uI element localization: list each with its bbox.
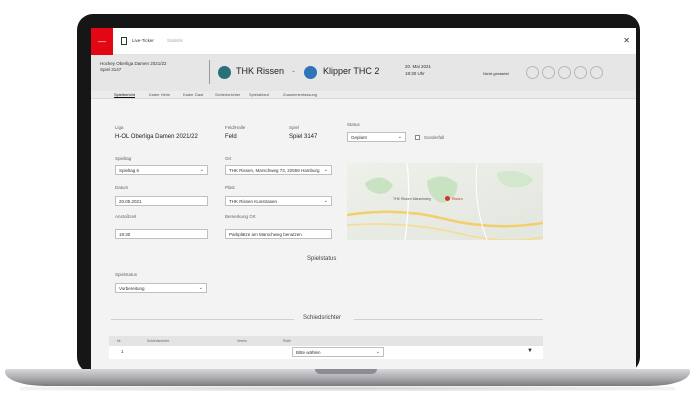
col-rolle[interactable]: Rolle xyxy=(283,339,291,343)
referee-table-header: Nr. Schiedsrichter Verein Rolle xyxy=(109,336,543,346)
app-window: — Live-Ticker Statistik ✕ Hockey Oberlig… xyxy=(91,28,636,369)
match-date: 20. Mai 2021 19:30 Uhr xyxy=(405,63,431,77)
match-date-day: 20. Mai 2021 xyxy=(405,64,432,69)
col-schiedsrichter[interactable]: Schiedsrichter xyxy=(147,339,169,343)
chevron-down-icon: ⌄ xyxy=(323,198,328,204)
anstoss-label: Anstoßzeit xyxy=(115,214,137,219)
app-tab-statistik[interactable]: Statistik xyxy=(167,38,183,43)
divider-right xyxy=(354,319,543,320)
halle-value: Feld xyxy=(225,134,237,140)
anstoss-input-value: 19:30 xyxy=(119,232,131,237)
app-bar: — Live-Ticker Statistik ✕ xyxy=(91,28,636,55)
close-icon[interactable]: ✕ xyxy=(623,36,630,45)
match-header: Hockey Oberliga Damen 2021/22 Spiel 3147… xyxy=(91,55,636,91)
header-actions xyxy=(526,66,603,79)
tab-schiedsrichter[interactable]: Schiedsrichter xyxy=(215,92,240,97)
match-status: Nicht gestartet xyxy=(483,71,509,76)
spieltag-label: Spieltag xyxy=(115,156,132,161)
status-label: Status xyxy=(347,122,360,127)
tab-spielablauf[interactable]: Spielablauf xyxy=(249,92,269,97)
action-button-1[interactable] xyxy=(526,66,539,79)
map-place-label-2: Rissen xyxy=(452,197,463,201)
home-team-name: THK Rissen xyxy=(236,66,285,76)
game-number: Spiel 3147 xyxy=(100,67,122,72)
action-button-4[interactable] xyxy=(574,66,587,79)
schiedsrichter-title: Schiedsrichter xyxy=(303,315,342,321)
status-select[interactable]: Geplant ⌄ xyxy=(347,132,406,142)
col-nr[interactable]: Nr. xyxy=(117,339,121,343)
map-graphic xyxy=(347,163,543,240)
chevron-down-icon: ⌄ xyxy=(397,134,402,140)
spiel-label: Spiel xyxy=(289,125,300,130)
header-divider xyxy=(209,60,210,84)
home-team-logo-icon xyxy=(218,66,231,79)
bemerkung-label: Bemerkung Ort xyxy=(225,214,256,219)
tab-kader-heim[interactable]: Kader Heim xyxy=(149,92,170,97)
table-row[interactable]: 1 Bitte wählen ⌄ ▼ xyxy=(109,346,543,359)
platz-label: Platz xyxy=(225,185,236,190)
map-place-label: THK Rissen Marschweg xyxy=(393,197,431,201)
spielstatus-select[interactable]: Vorbereitung ⌄ xyxy=(115,283,207,293)
spielstatus-label: Spielstatus xyxy=(115,272,138,277)
match-date-time: 19:30 Uhr xyxy=(405,71,425,76)
role-select[interactable]: Bitte wählen ⌄ xyxy=(292,347,384,357)
chevron-down-icon: ⌄ xyxy=(323,167,328,173)
sonderfall-label: Sonderfall xyxy=(424,135,445,140)
sonderfall-checkbox[interactable] xyxy=(415,135,420,140)
datum-input-value: 20.05.2021 xyxy=(119,199,142,204)
action-button-2[interactable] xyxy=(542,66,555,79)
liga-label: Liga xyxy=(115,125,124,130)
row-nr: 1 xyxy=(121,349,124,354)
halle-label: Feld/Halle xyxy=(225,125,246,130)
team-separator: - xyxy=(292,66,295,76)
spiel-value: Spiel 3147 xyxy=(289,134,318,140)
col-verein[interactable]: Verein xyxy=(237,339,247,343)
tab-spielbericht[interactable]: Spielbericht xyxy=(114,92,135,98)
datum-input[interactable]: 20.05.2021 xyxy=(115,196,208,206)
divider-left xyxy=(111,319,294,320)
tab-kader-gast[interactable]: Kader Gast xyxy=(183,92,203,97)
guest-team-logo-icon xyxy=(304,66,317,79)
tab-zusammenfassung[interactable]: Zusammenfassung xyxy=(283,92,317,97)
app-name[interactable]: Live-Ticker xyxy=(132,38,154,43)
anstoss-input[interactable]: 19:30 xyxy=(115,229,208,239)
chevron-down-icon: ⌄ xyxy=(198,285,203,291)
spielstatus-select-value: Vorbereitung xyxy=(119,286,145,291)
status-select-value: Geplant xyxy=(351,135,367,140)
laptop-shadow xyxy=(20,386,675,391)
ort-select-value: THK Rissen, Marschweg 73, 22559 Hamburg xyxy=(229,168,320,173)
ort-select[interactable]: THK Rissen, Marschweg 73, 22559 Hamburg … xyxy=(225,165,332,175)
action-button-5[interactable] xyxy=(590,66,603,79)
laptop-notch xyxy=(315,369,377,374)
action-button-3[interactable] xyxy=(558,66,571,79)
chevron-down-icon: ⌄ xyxy=(199,167,204,173)
bemerkung-input[interactable]: Parkplätze am Marschweg benutzen xyxy=(225,229,332,239)
role-select-value: Bitte wählen xyxy=(296,350,321,355)
liga-value: H-OL Oberliga Damen 2021/22 xyxy=(115,134,198,140)
ort-label: Ort xyxy=(225,156,232,161)
platz-select-value: THK Rissen Kunstrasen xyxy=(229,199,278,204)
chevron-down-icon: ⌄ xyxy=(375,349,380,355)
filter-icon[interactable]: ▼ xyxy=(527,348,533,354)
ticker-icon xyxy=(121,37,127,45)
spielstatus-title: Spielstatus xyxy=(307,256,337,262)
location-pin-icon xyxy=(445,196,450,201)
bemerkung-input-value: Parkplätze am Marschweg benutzen xyxy=(229,232,302,237)
tab-bar: Spielbericht Kader Heim Kader Gast Schie… xyxy=(91,91,636,99)
spieltag-select-value: Spieltag 6 xyxy=(119,168,140,173)
guest-team-name: Klipper THC 2 xyxy=(323,66,380,76)
league-info: Hockey Oberliga Damen 2021/22 Spiel 3147 xyxy=(100,61,167,73)
spieltag-select[interactable]: Spieltag 6 ⌄ xyxy=(115,165,208,175)
platz-select[interactable]: THK Rissen Kunstrasen ⌄ xyxy=(225,196,332,206)
datum-label: Datum xyxy=(115,185,129,190)
menu-button[interactable]: — xyxy=(91,28,113,55)
location-map[interactable]: THK Rissen Marschweg Rissen xyxy=(347,163,543,240)
